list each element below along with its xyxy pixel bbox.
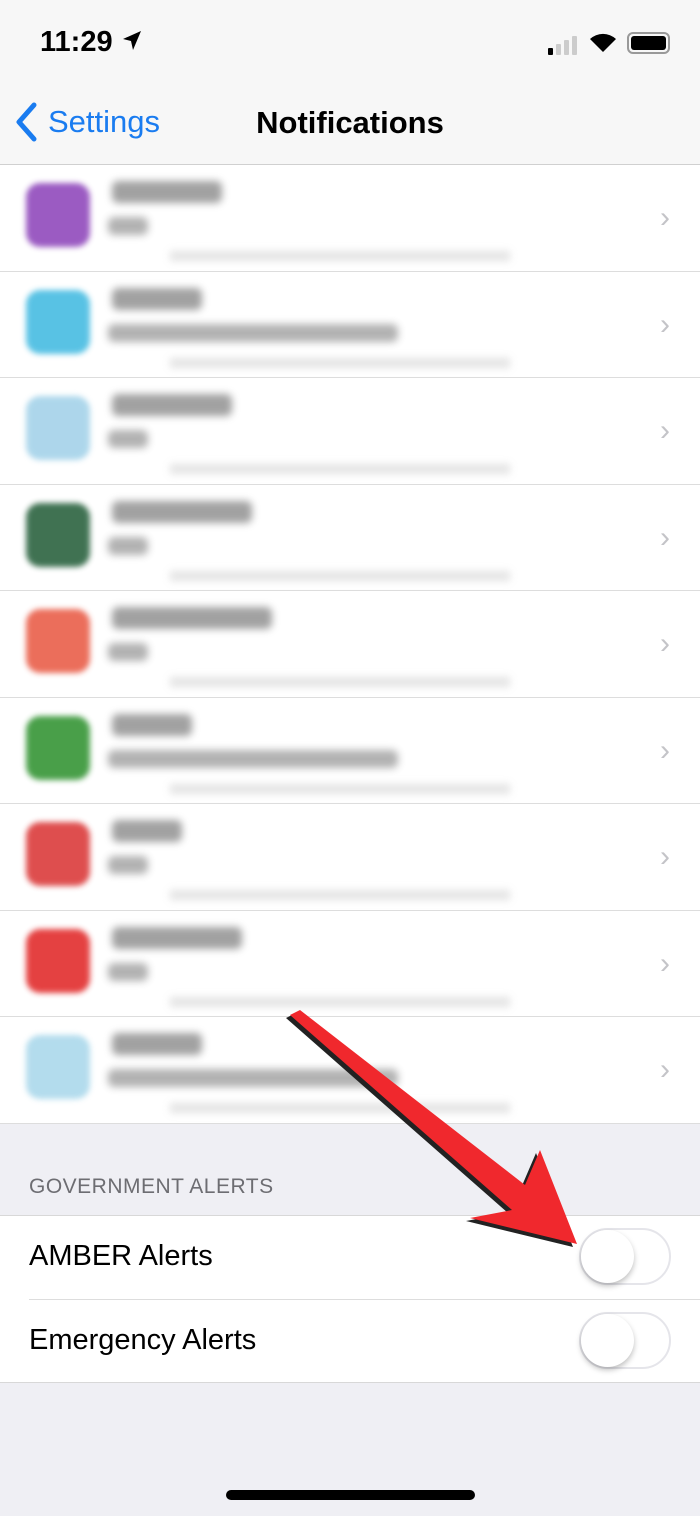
wifi-icon <box>590 33 616 52</box>
app-detail-redacted <box>108 962 148 981</box>
status-time: 11:29 <box>40 26 113 58</box>
app-icon <box>26 1035 90 1099</box>
chevron-right-icon: › <box>660 307 670 341</box>
app-icon <box>26 289 90 354</box>
app-detail-redacted <box>108 749 398 768</box>
app-name-redacted <box>112 926 242 949</box>
amber-alerts-row: AMBER Alerts <box>0 1216 700 1299</box>
app-detail-redacted <box>108 643 148 661</box>
redaction-noise <box>170 251 510 261</box>
chevron-right-icon: › <box>660 201 670 234</box>
cellular-signal-icon <box>548 36 577 55</box>
chevron-right-icon: › <box>660 1053 670 1086</box>
chevron-right-icon: › <box>660 733 670 767</box>
app-icon <box>26 183 90 247</box>
app-icon <box>26 502 90 567</box>
app-name-redacted <box>112 287 202 310</box>
battery-icon <box>627 32 670 54</box>
navigation-bar: Settings Notifications <box>0 80 700 165</box>
chevron-right-icon: › <box>660 520 670 554</box>
government-alerts-group: AMBER Alerts Emergency Alerts <box>0 1215 700 1383</box>
amber-alerts-toggle[interactable] <box>579 1228 671 1285</box>
app-detail-redacted <box>108 430 148 448</box>
redaction-noise <box>170 677 510 687</box>
location-arrow-icon <box>123 31 141 50</box>
redaction-noise <box>170 1103 510 1113</box>
app-row[interactable]: › <box>0 272 700 378</box>
toggle-knob <box>581 1314 634 1367</box>
app-icon <box>26 822 90 886</box>
app-icon <box>26 609 90 673</box>
app-row[interactable]: › <box>0 698 700 804</box>
app-icon <box>26 715 90 780</box>
redaction-noise <box>170 357 510 368</box>
app-name-redacted <box>112 713 192 736</box>
app-detail-redacted <box>108 217 148 235</box>
page-title: Notifications <box>256 105 444 140</box>
app-detail-redacted <box>108 536 148 555</box>
app-name-redacted <box>112 500 252 523</box>
toggle-knob <box>581 1230 634 1283</box>
redaction-noise <box>170 464 510 474</box>
redaction-noise <box>170 996 510 1007</box>
emergency-alerts-toggle[interactable] <box>579 1312 671 1369</box>
app-row[interactable]: › <box>0 804 700 911</box>
app-row[interactable]: › <box>0 1017 700 1124</box>
section-header-government-alerts: GOVERNMENT ALERTS <box>29 1175 274 1198</box>
app-row[interactable]: › <box>0 165 700 272</box>
chevron-right-icon: › <box>660 840 670 873</box>
app-row[interactable]: › <box>0 378 700 485</box>
emergency-alerts-row: Emergency Alerts <box>29 1299 700 1382</box>
app-row[interactable]: › <box>0 591 700 698</box>
app-notification-list: › › › › › › › › › <box>0 165 700 1124</box>
chevron-right-icon: › <box>660 627 670 660</box>
redaction-noise <box>170 890 510 900</box>
home-indicator[interactable] <box>226 1490 475 1500</box>
app-detail-redacted <box>108 1069 398 1087</box>
app-row[interactable]: › <box>0 911 700 1017</box>
app-detail-redacted <box>108 323 398 342</box>
amber-alerts-label: AMBER Alerts <box>29 1240 213 1272</box>
redaction-noise <box>170 783 510 794</box>
app-name-redacted <box>112 1033 202 1055</box>
redaction-noise <box>170 570 510 581</box>
app-icon <box>26 928 90 993</box>
app-icon <box>26 396 90 460</box>
chevron-right-icon: › <box>660 414 670 447</box>
chevron-right-icon: › <box>660 946 670 980</box>
app-name-redacted <box>112 394 232 416</box>
app-row[interactable]: › <box>0 485 700 591</box>
emergency-alerts-label: Emergency Alerts <box>29 1324 257 1356</box>
app-name-redacted <box>112 181 222 203</box>
status-bar: 11:29 <box>0 0 700 80</box>
app-detail-redacted <box>108 856 148 874</box>
app-name-redacted <box>112 607 272 629</box>
app-name-redacted <box>112 820 182 842</box>
